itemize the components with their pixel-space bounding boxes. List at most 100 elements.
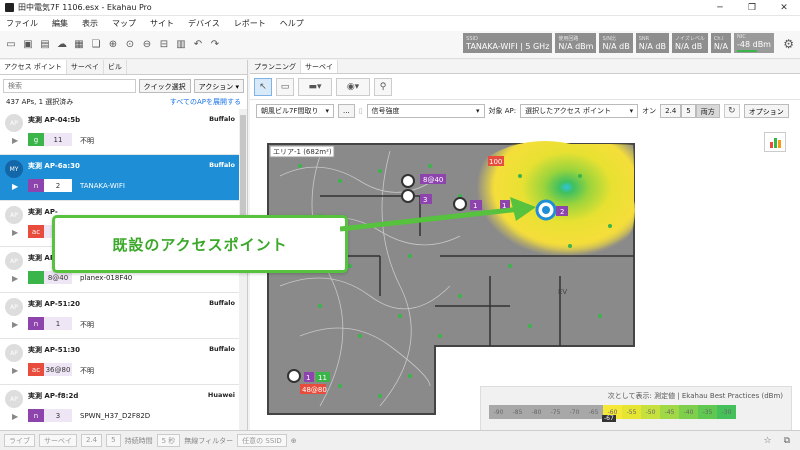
- stat-channel: Ch.l N/A: [710, 33, 731, 53]
- filter-zoom-icon[interactable]: ⊕: [291, 437, 297, 445]
- band-2-4[interactable]: 2.4: [660, 104, 682, 118]
- ruler-icon[interactable]: ⊟: [157, 38, 171, 52]
- refresh-icon[interactable]: ↻: [723, 104, 740, 118]
- app-logo-icon: [5, 3, 14, 12]
- close-icon[interactable]: ✕: [768, 3, 800, 13]
- redo-icon[interactable]: ↷: [208, 38, 222, 52]
- ap-list-item[interactable]: AP 実測 AP-04:5b Buffalo ▶ g 11 不明: [0, 109, 247, 155]
- select-pointer-icon[interactable]: ↖: [254, 77, 272, 96]
- save-icon[interactable]: ▣: [21, 38, 35, 52]
- quick-select-button[interactable]: クイック選択: [138, 79, 191, 93]
- tab-survey[interactable]: サーベイ: [67, 60, 104, 74]
- ap-name: 実測 AP-6a:30: [28, 162, 80, 170]
- visualization-select[interactable]: 信号強度 ▾: [366, 104, 485, 118]
- popout-icon[interactable]: ⧉: [784, 436, 790, 446]
- search-input[interactable]: [3, 79, 136, 93]
- target-ap-select[interactable]: 選択したアクセス ポイント ▾: [520, 104, 639, 118]
- menu-map[interactable]: マップ: [112, 18, 136, 29]
- band-24-button[interactable]: 2.4: [81, 434, 103, 447]
- stat-noise: ノイズレベル N/A dB: [671, 33, 708, 53]
- menu-help[interactable]: ヘルプ: [280, 18, 304, 29]
- menu-view[interactable]: 表示: [82, 18, 98, 29]
- menu-report[interactable]: レポート: [234, 18, 266, 29]
- ap-vendor: Huawei: [207, 391, 235, 399]
- band-5-button[interactable]: 5: [106, 434, 121, 447]
- ap-ssid: planex-018F40: [80, 274, 133, 282]
- tab-building[interactable]: ビル: [104, 60, 127, 74]
- tab-planning[interactable]: プランニング: [250, 60, 301, 73]
- tab-access-points[interactable]: アクセス ポイント: [0, 60, 67, 74]
- ap-list-item[interactable]: AP 実測 AP-51:30 Buffalo ▶ ac 36@80 不明: [0, 339, 247, 385]
- duration-select[interactable]: 5 秒: [156, 434, 181, 447]
- expand-arrow-icon[interactable]: ▶: [12, 228, 18, 237]
- menu-device[interactable]: デバイス: [188, 18, 220, 29]
- expand-arrow-icon[interactable]: ▶: [12, 366, 18, 375]
- undo-icon[interactable]: ↶: [191, 38, 205, 52]
- chart-toggle-button[interactable]: [764, 132, 786, 152]
- tab-survey-map[interactable]: サーベイ: [301, 60, 338, 73]
- cloud-icon[interactable]: ☁: [55, 38, 69, 52]
- map-icon[interactable]: ▦: [72, 38, 86, 52]
- expand-arrow-icon[interactable]: ▶: [12, 320, 18, 329]
- band-both[interactable]: 両方: [695, 104, 720, 118]
- ap-name: 実測 AP-04:5b: [28, 116, 81, 124]
- legend-cell: -45: [660, 405, 679, 419]
- star-icon[interactable]: ☆: [763, 436, 771, 446]
- area-tool-icon[interactable]: ▭: [276, 77, 294, 96]
- ap-list-item[interactable]: AP 実測 AP-f8:2d Huawei ▶ n 3 SPWN_H37_D2F82D: [0, 385, 247, 431]
- open-folder-icon[interactable]: ▭: [4, 38, 18, 52]
- survey-button[interactable]: サーベイ: [39, 434, 77, 447]
- band-5[interactable]: 5: [681, 104, 696, 118]
- save-as-icon[interactable]: ▤: [38, 38, 52, 52]
- survey-tool-icon[interactable]: ⚲: [374, 77, 392, 96]
- title-bar: 田中電気7F 1106.esx - Ekahau Pro ─ ❐ ✕: [0, 0, 800, 16]
- wall-tool-icon[interactable]: ▬▾: [298, 77, 332, 96]
- legend-cell: -35: [698, 405, 717, 419]
- ap-list-item[interactable]: MY 実測 AP-6a:30 Buffalo ▶ n 2 TANAKA-WIFI: [0, 155, 247, 201]
- map-label-9: 48@80: [302, 386, 327, 394]
- expand-arrow-icon[interactable]: ▶: [12, 412, 18, 421]
- live-button[interactable]: ライブ: [4, 434, 35, 447]
- ap-vendor: Buffalo: [209, 299, 235, 307]
- minimize-icon[interactable]: ─: [704, 3, 736, 13]
- expand-arrow-icon[interactable]: ▶: [12, 182, 18, 191]
- map-label-6: 2: [560, 208, 564, 216]
- ap-list-item[interactable]: AP 実測 AP-51:20 Buffalo ▶ n 1 不明: [0, 293, 247, 339]
- ap-ssid: 不明: [80, 367, 94, 375]
- zoom-fit-icon[interactable]: ⊙: [123, 38, 137, 52]
- legend-cell: -80: [527, 405, 546, 419]
- more-button[interactable]: ...: [338, 104, 355, 118]
- legend-cell: -30: [717, 405, 736, 419]
- filter-select[interactable]: 任意の SSID: [237, 434, 287, 447]
- legend-cell: -75: [546, 405, 565, 419]
- layer-icon[interactable]: ▯: [359, 107, 363, 115]
- options-button[interactable]: オプション: [743, 104, 789, 118]
- band-badge: n: [28, 409, 44, 422]
- zoom-in-icon[interactable]: ⊕: [106, 38, 120, 52]
- filter-label: 無線フィルター: [184, 436, 234, 445]
- menu-edit[interactable]: 編集: [52, 18, 68, 29]
- area-label: エリア-1 (682m²): [273, 148, 332, 156]
- map-label-8: 11: [318, 374, 327, 382]
- floor-select[interactable]: 朝風ビル7F間取り ▾: [256, 104, 334, 118]
- expand-arrow-icon[interactable]: ▶: [12, 274, 18, 283]
- expand-all-link[interactable]: すべてのAPを展開する: [170, 97, 241, 109]
- zoom-out-icon[interactable]: ⊖: [140, 38, 154, 52]
- legend-cell: -40: [679, 405, 698, 419]
- gear-icon[interactable]: ⚙: [783, 37, 794, 51]
- target-label: 対象 AP:: [488, 107, 517, 115]
- copy-icon[interactable]: ❏: [89, 38, 103, 52]
- maximize-icon[interactable]: ❐: [736, 3, 768, 13]
- expand-arrow-icon[interactable]: ▶: [12, 136, 18, 145]
- floor-map[interactable]: 8@40 3 1 100 1 2 1 11 48@80 EV エリア-1 (68…: [260, 136, 640, 416]
- actions-button[interactable]: アクション ▾: [193, 79, 244, 93]
- chart-icon[interactable]: ▥: [174, 38, 188, 52]
- band-selector: 2.4 5 両方: [660, 104, 720, 118]
- menu-file[interactable]: ファイル: [6, 18, 38, 29]
- ap-tool-icon[interactable]: ◉▾: [336, 77, 370, 96]
- map-label-7: 1: [306, 374, 310, 382]
- map-label-ev: EV: [558, 288, 567, 296]
- ap-ssid: 不明: [80, 321, 94, 329]
- legend-title: 次として表示: 測定値 | Ekahau Best Practices (dBm…: [607, 392, 783, 400]
- menu-site[interactable]: サイト: [150, 18, 174, 29]
